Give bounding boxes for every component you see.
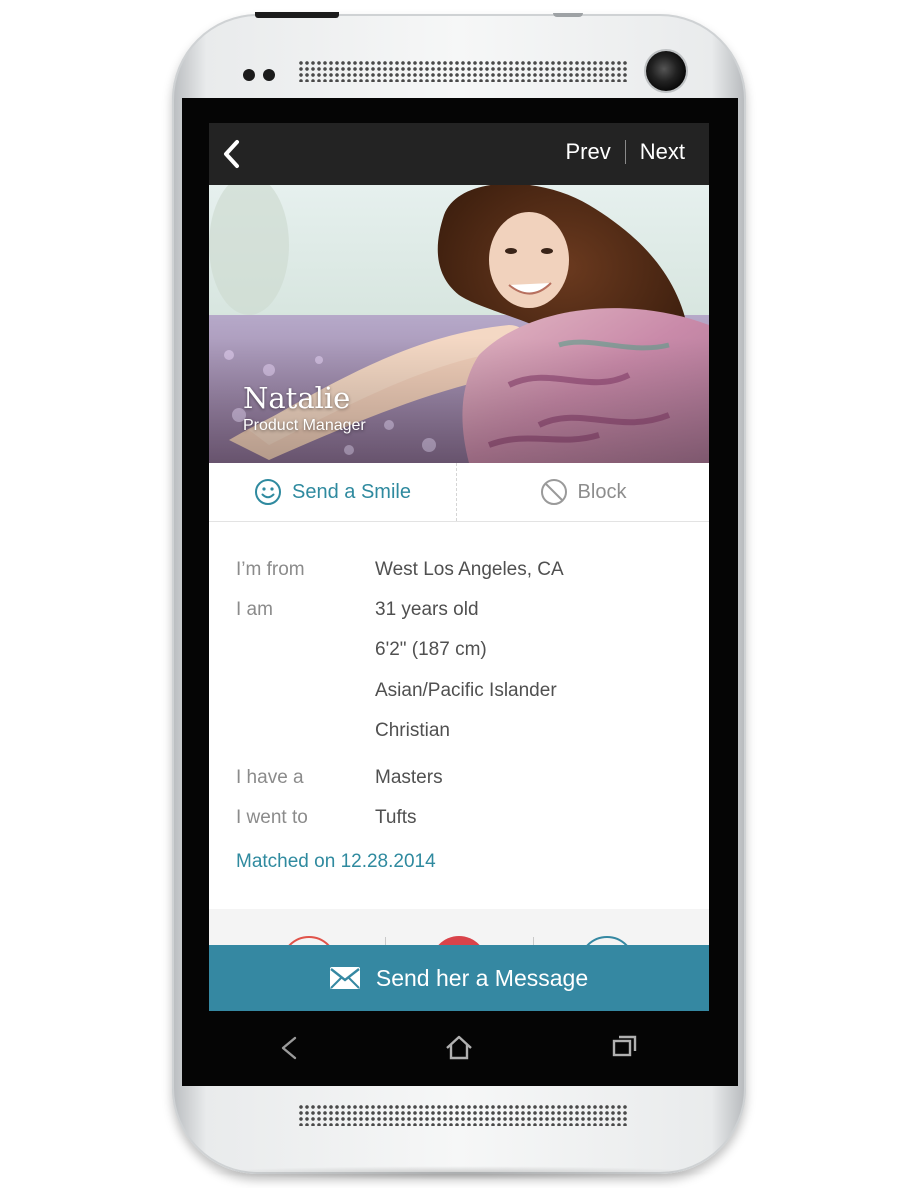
profile-job-title: Product Manager — [243, 417, 366, 434]
back-button[interactable] — [219, 137, 249, 171]
circle-action-button[interactable] — [579, 936, 635, 945]
app-screen: Prev Next Natalie Product Manager Send a… — [209, 123, 709, 1011]
detail-value: Christian — [375, 720, 450, 741]
top-edge-detail — [553, 13, 583, 17]
front-camera — [646, 51, 686, 91]
phone-shadow — [200, 1166, 720, 1180]
detail-value: Tufts — [375, 807, 417, 828]
send-message-button[interactable]: Send her a Message — [209, 945, 709, 1011]
pager-divider — [624, 140, 626, 164]
android-home-button[interactable] — [444, 1030, 474, 1071]
strip-divider — [533, 937, 534, 945]
send-smile-label: Send a Smile — [292, 480, 411, 503]
detail-value: Asian/Pacific Islander — [375, 680, 557, 701]
home-icon — [446, 1035, 472, 1060]
detail-label: I’m from — [236, 559, 305, 580]
bottom-speaker-grille — [298, 1104, 628, 1126]
chevron-left-icon — [224, 140, 239, 168]
block-button[interactable]: Block — [457, 463, 709, 521]
strip-divider — [385, 937, 386, 945]
detail-value: 31 years old — [375, 599, 479, 620]
block-icon — [540, 479, 567, 505]
action-circles-strip — [209, 909, 709, 945]
send-message-label: Send her a Message — [375, 964, 589, 991]
envelope-icon — [329, 967, 360, 989]
detail-value: 6'2" (187 cm) — [375, 639, 487, 660]
android-back-button[interactable] — [277, 1030, 301, 1071]
profile-pager: Prev Next — [566, 139, 685, 165]
detail-value: Masters — [375, 767, 443, 788]
detail-label: I am — [236, 599, 273, 620]
circle-action-button[interactable] — [431, 936, 487, 945]
next-button[interactable]: Next — [640, 139, 685, 165]
profile-photo[interactable]: Natalie Product Manager — [209, 185, 709, 463]
prev-button[interactable]: Prev — [566, 139, 611, 165]
top-speaker-grille — [298, 60, 628, 82]
top-power-button — [255, 12, 339, 18]
front-sensor — [243, 69, 255, 81]
detail-value: West Los Angeles, CA — [375, 559, 564, 580]
android-back-icon — [281, 1036, 297, 1060]
matched-date: Matched on 12.28.2014 — [236, 851, 436, 872]
smiley-icon — [255, 479, 282, 505]
profile-actions: Send a Smile Block — [209, 463, 709, 522]
profile-details: I’m from West Los Angeles, CA I am 31 ye… — [209, 522, 709, 908]
detail-label: I went to — [236, 807, 308, 828]
detail-label: I have a — [236, 767, 304, 788]
front-sensor — [263, 69, 275, 81]
send-smile-button[interactable]: Send a Smile — [209, 463, 456, 521]
block-label: Block — [577, 480, 627, 503]
top-bar: Prev Next — [209, 123, 709, 185]
android-recents-button[interactable] — [611, 1030, 639, 1071]
circle-action-button[interactable] — [281, 936, 337, 945]
profile-name: Natalie — [243, 381, 351, 415]
recent-apps-icon — [612, 1035, 637, 1057]
